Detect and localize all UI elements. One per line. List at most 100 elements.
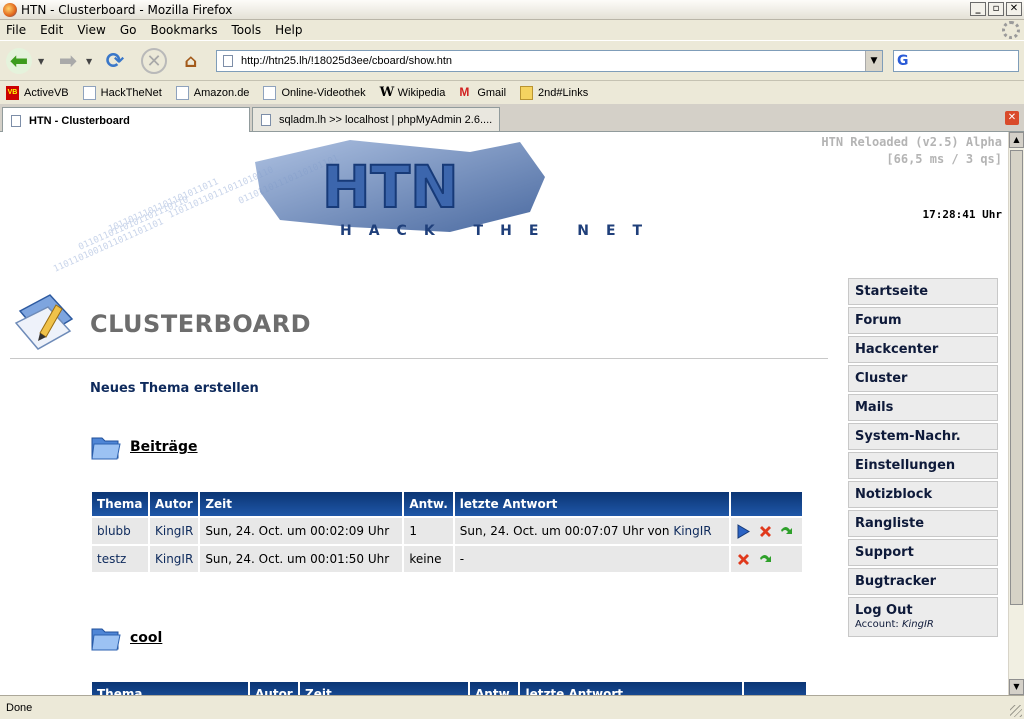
- timing-label: [66,5 ms / 3 qs]: [886, 152, 1002, 166]
- google-search-icon[interactable]: G: [897, 53, 909, 69]
- scroll-down-icon[interactable]: ▼: [1009, 679, 1024, 695]
- section-title[interactable]: Beiträge: [130, 439, 198, 455]
- menu-view[interactable]: View: [77, 23, 105, 37]
- col-letzte-antwort: letzte Antwort: [454, 492, 729, 516]
- logo-text: HTN: [322, 153, 459, 221]
- scrollbar-thumb[interactable]: [1010, 150, 1023, 605]
- menu-bar: File Edit View Go Bookmarks Tools Help: [0, 20, 1024, 40]
- section-cool: cool: [90, 623, 162, 653]
- table-row: blubb KingIR Sun, 24. Oct. um 00:02:09 U…: [92, 518, 803, 544]
- home-button[interactable]: ⌂: [178, 48, 204, 74]
- htn-logo: 1101101001011011101101 01101101101011011…: [52, 140, 659, 275]
- account-info: Account: KingIR: [855, 619, 934, 630]
- col-antw: Antw.: [404, 492, 453, 516]
- wikipedia-icon: W: [379, 84, 395, 100]
- menu-bookmarks[interactable]: Bookmarks: [150, 23, 217, 37]
- resize-grip-icon[interactable]: [1010, 705, 1022, 717]
- status-bar: Done: [0, 695, 1024, 719]
- bookmark-hackthenet[interactable]: HackTheNet: [82, 85, 162, 100]
- bookmark-online-videothek[interactable]: Online-Videothek: [263, 85, 366, 100]
- forum-page-icon: [14, 294, 74, 350]
- topic-link[interactable]: testz: [97, 552, 126, 566]
- close-window-button[interactable]: ✕: [1006, 2, 1022, 16]
- reload-button[interactable]: ⟳: [102, 48, 128, 74]
- sidebar-item-hackcenter[interactable]: Hackcenter: [848, 336, 998, 363]
- bookmark-gmail[interactable]: M Gmail: [459, 85, 506, 100]
- col-letzte-antwort: letzte Antwort: [520, 682, 743, 695]
- sidebar-item-forum[interactable]: Forum: [848, 307, 998, 334]
- address-url: http://htn25.lh/!18025d3ee/cboard/show.h…: [241, 55, 452, 67]
- sidebar-item-support[interactable]: Support: [848, 539, 998, 566]
- forward-button[interactable]: ➡: [55, 48, 81, 74]
- bookmark-folder-2nd-links[interactable]: 2nd#Links: [520, 85, 588, 100]
- sidebar-item-logout[interactable]: Log Out Account: KingIR: [848, 597, 998, 637]
- col-thema: Thema: [92, 492, 148, 516]
- server-clock: 17:28:41 Uhr: [922, 208, 1002, 221]
- folder-icon: [520, 85, 534, 100]
- window-titlebar: HTN - Clusterboard - Mozilla Firefox _ ▫…: [0, 0, 1024, 20]
- menu-tools[interactable]: Tools: [232, 23, 262, 37]
- author-link[interactable]: KingIR: [155, 552, 193, 566]
- sidebar-item-rangliste[interactable]: Rangliste: [848, 510, 998, 537]
- new-topic-link[interactable]: Neues Thema erstellen: [90, 381, 259, 396]
- last-reply-author-link[interactable]: KingIR: [673, 524, 711, 538]
- menu-go[interactable]: Go: [120, 23, 137, 37]
- account-name: KingIR: [901, 619, 934, 630]
- scroll-up-icon[interactable]: ▲: [1009, 132, 1024, 148]
- bookmarks-toolbar: VB ActiveVB HackTheNet Amazon.de Online-V…: [0, 80, 1024, 104]
- vertical-scrollbar[interactable]: ▲ ▼: [1008, 132, 1024, 695]
- col-autor: Autor: [250, 682, 298, 695]
- sidebar-item-startseite[interactable]: Startseite: [848, 278, 998, 305]
- stop-button[interactable]: ✕: [141, 48, 167, 74]
- maximize-button[interactable]: ▫: [988, 2, 1004, 16]
- window-title: HTN - Clusterboard - Mozilla Firefox: [21, 2, 233, 17]
- menu-file[interactable]: File: [6, 23, 26, 37]
- topic-time: Sun, 24. Oct. um 00:02:09 Uhr: [200, 518, 403, 544]
- bookmark-amazon[interactable]: Amazon.de: [175, 85, 249, 100]
- sidebar-item-mails[interactable]: Mails: [848, 394, 998, 421]
- title-divider: [10, 358, 828, 359]
- sidebar-item-notizblock[interactable]: Notizblock: [848, 481, 998, 508]
- page-icon: [175, 85, 189, 100]
- search-input[interactable]: G: [893, 50, 1019, 72]
- author-link[interactable]: KingIR: [155, 524, 193, 538]
- activevb-icon: VB: [6, 85, 19, 100]
- table-header-row: Thema Autor Zeit Antw. letzte Antwort: [92, 682, 807, 695]
- version-label: HTN Reloaded (v2.5) Alpha: [821, 135, 1002, 149]
- play-icon[interactable]: [736, 523, 751, 539]
- page-icon: [82, 85, 96, 100]
- delete-icon[interactable]: [736, 552, 751, 567]
- bookmark-wikipedia[interactable]: W Wikipedia: [380, 86, 446, 100]
- menu-edit[interactable]: Edit: [40, 23, 63, 37]
- forward-history-dropdown-icon[interactable]: ▼: [86, 57, 92, 66]
- address-bar[interactable]: http://htn25.lh/!18025d3ee/cboard/show.h…: [216, 50, 883, 72]
- sidebar-item-system-nachr[interactable]: System-Nachr.: [848, 423, 998, 450]
- sidebar-item-bugtracker[interactable]: Bugtracker: [848, 568, 998, 595]
- page-icon: [11, 114, 21, 127]
- sidebar-item-cluster[interactable]: Cluster: [848, 365, 998, 392]
- sidebar-item-einstellungen[interactable]: Einstellungen: [848, 452, 998, 479]
- move-icon[interactable]: [779, 524, 794, 539]
- folder-icon: [91, 628, 121, 651]
- page-content: 1101101001011011101101 01101101101011011…: [0, 132, 1008, 695]
- bookmark-activevb[interactable]: VB ActiveVB: [6, 85, 69, 100]
- tab-clusterboard[interactable]: HTN - Clusterboard: [2, 107, 250, 133]
- topics-table: Thema Autor Zeit Antw. letzte Antwort bl…: [90, 490, 804, 574]
- delete-icon[interactable]: [758, 524, 773, 539]
- section-beitraege: Beiträge: [90, 432, 198, 462]
- back-button[interactable]: ⬅: [6, 48, 32, 74]
- page-title: CLUSTERBOARD: [90, 310, 312, 338]
- move-icon[interactable]: [758, 552, 773, 567]
- address-dropdown-icon[interactable]: ▼: [865, 51, 882, 71]
- menu-help[interactable]: Help: [275, 23, 302, 37]
- close-tab-icon[interactable]: ✕: [1005, 111, 1019, 125]
- minimize-button[interactable]: _: [970, 2, 986, 16]
- col-autor: Autor: [150, 492, 199, 516]
- tab-phpmyadmin[interactable]: sqladm.lh >> localhost | phpMyAdmin 2.6.…: [252, 107, 500, 132]
- status-text: Done: [6, 701, 33, 714]
- section-title[interactable]: cool: [130, 630, 162, 646]
- back-history-dropdown-icon[interactable]: ▼: [38, 57, 44, 66]
- col-actions: [744, 682, 807, 695]
- logo-subtext: HACK THE NET: [340, 223, 659, 239]
- topic-link[interactable]: blubb: [97, 524, 131, 538]
